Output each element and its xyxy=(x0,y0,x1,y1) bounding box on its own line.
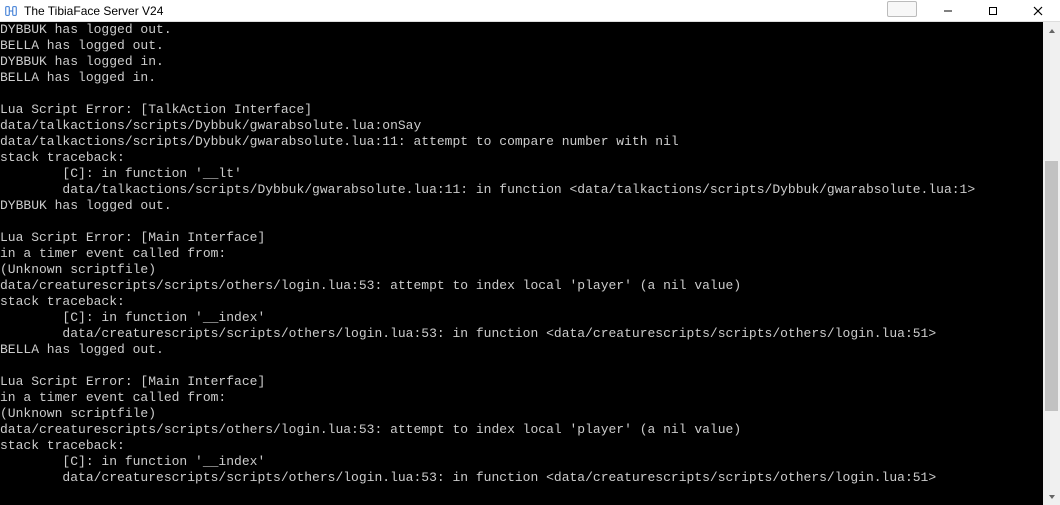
minimize-button[interactable] xyxy=(925,0,970,22)
console-area: DYBBUK has logged out. BELLA has logged … xyxy=(0,22,1060,505)
scroll-down-button[interactable] xyxy=(1043,488,1060,505)
window-controls xyxy=(925,0,1060,21)
close-button[interactable] xyxy=(1015,0,1060,22)
maximize-button[interactable] xyxy=(970,0,1015,22)
titlebar-ghost-button[interactable] xyxy=(887,1,917,17)
scrollbar-track[interactable] xyxy=(1043,39,1060,488)
scroll-up-button[interactable] xyxy=(1043,22,1060,39)
window-titlebar: The TibiaFace Server V24 xyxy=(0,0,1060,22)
window-title: The TibiaFace Server V24 xyxy=(24,4,163,18)
scrollbar-thumb[interactable] xyxy=(1045,161,1058,411)
vertical-scrollbar[interactable] xyxy=(1043,22,1060,505)
console-output[interactable]: DYBBUK has logged out. BELLA has logged … xyxy=(0,22,1043,505)
app-icon xyxy=(3,3,19,19)
